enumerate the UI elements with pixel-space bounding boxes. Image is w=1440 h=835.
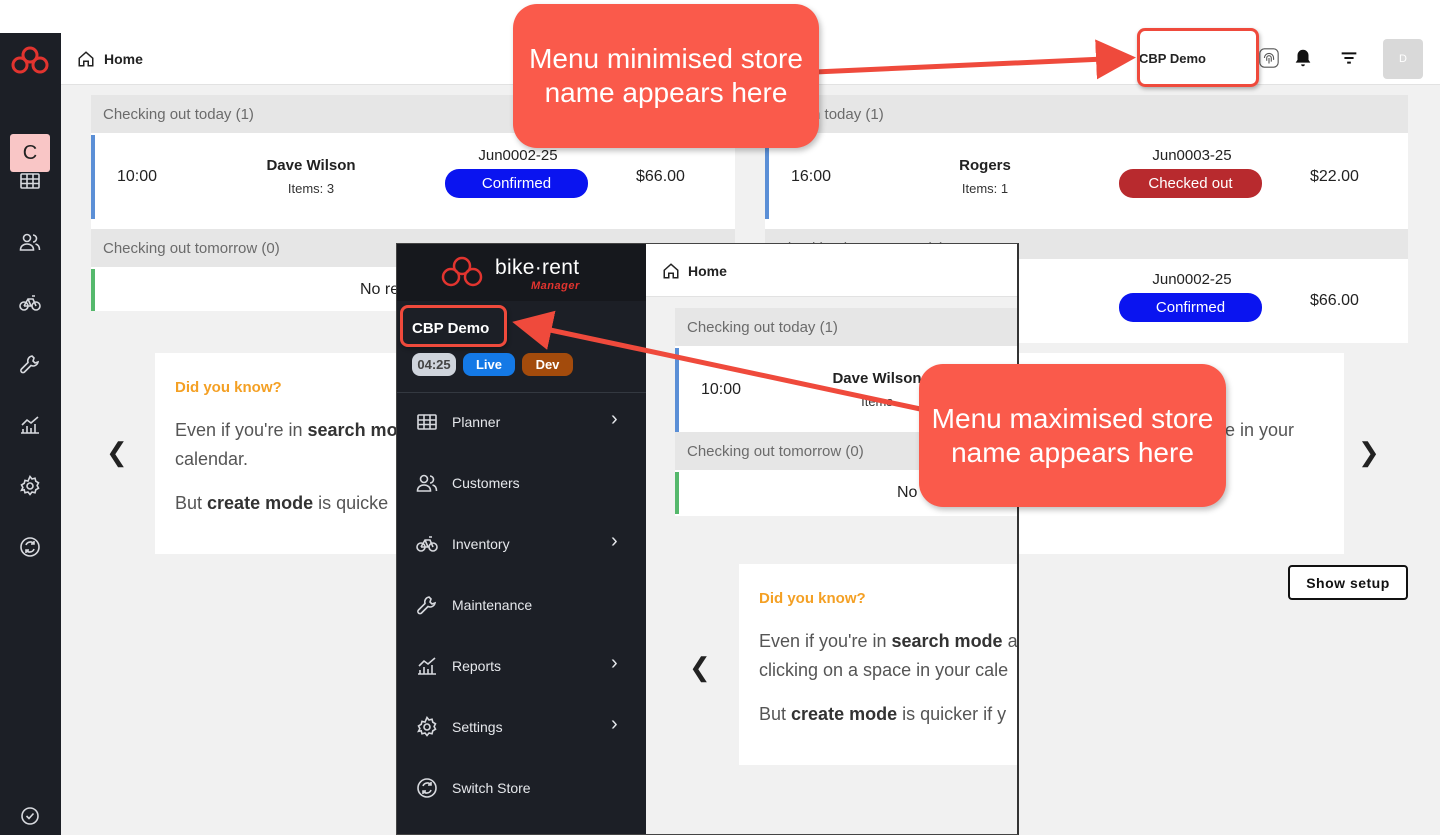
home-icon[interactable] <box>77 50 95 68</box>
booking-customer: Rogers <box>959 157 1011 174</box>
tip-line-2: clicking on a space in your cale <box>759 660 1009 680</box>
highlight-minimised-store <box>1137 28 1259 87</box>
booking-ref: Jun0003-25 <box>1152 147 1232 164</box>
filter-icon[interactable] <box>1338 47 1360 69</box>
sidebar-item-switch-store[interactable]: Switch Store <box>397 766 646 810</box>
top-bar: Home <box>646 244 1017 297</box>
settings-gear-icon <box>415 715 439 739</box>
logo-icon[interactable] <box>10 45 50 75</box>
fingerprint-icon[interactable] <box>1258 47 1280 69</box>
brand-subtitle: Manager <box>531 280 580 292</box>
status-badge: Confirmed <box>445 169 588 198</box>
booking-price: $66.00 <box>1310 292 1359 309</box>
booking-time: 10:00 <box>701 381 742 398</box>
tip-card: Did you know? Even if you're in search m… <box>739 564 1018 765</box>
reports-chart-icon <box>415 654 439 678</box>
chevron-right-icon: › <box>611 713 618 735</box>
planner-grid-icon <box>415 410 439 434</box>
checking-out-today-heading: Checking out today (1) <box>675 308 1017 346</box>
sidebar-item-customers[interactable]: Customers <box>397 461 646 505</box>
empty-text: No re <box>360 281 400 298</box>
tip-line-1-right: ce in your <box>1216 420 1295 440</box>
tip-line-3: But create mode is quicker if y <box>759 704 1007 724</box>
collapsed-sidebar: C <box>0 33 61 835</box>
session-time-badge: 04:25 <box>412 353 456 376</box>
booking-ref: Jun0002-25 <box>1152 271 1232 288</box>
bike-icon[interactable] <box>18 291 42 315</box>
logo-icon[interactable] <box>439 256 485 288</box>
sidebar-item-inventory[interactable]: Inventory › <box>397 522 646 566</box>
status-badge: Checked out <box>1119 169 1262 198</box>
sidebar-item-label: Customers <box>452 475 520 491</box>
tip-line-1: Even if you're in search mode a <box>759 631 1018 651</box>
booking-price: $66.00 <box>636 168 685 185</box>
checking-in-today-heading: king in today (1) <box>765 95 1408 133</box>
home-icon[interactable] <box>662 262 680 280</box>
live-badge[interactable]: Live <box>463 353 515 376</box>
show-setup-button[interactable]: Show setup <box>1288 565 1408 600</box>
brand-header: bike·rent Manager <box>397 244 646 301</box>
tip-title: Did you know? <box>175 379 282 396</box>
settings-check-icon[interactable] <box>18 804 42 828</box>
sidebar-item-reports[interactable]: Reports › <box>397 644 646 688</box>
sidebar-item-label: Settings <box>452 719 503 735</box>
sidebar-divider <box>397 392 646 393</box>
sidebar-item-label: Inventory <box>452 536 510 552</box>
empty-text: No <box>897 484 918 501</box>
booking-items: Items: 3 <box>287 181 335 196</box>
sidebar-item-label: Reports <box>452 658 502 674</box>
bike-icon <box>415 532 439 556</box>
carousel-prev-icon[interactable]: ❮ <box>689 652 711 683</box>
wrench-icon[interactable] <box>18 352 42 376</box>
booking-time: 10:00 <box>117 168 158 185</box>
switch-store-icon[interactable] <box>18 535 42 559</box>
user-avatar[interactable]: D <box>1383 39 1423 79</box>
booking-price: $22.00 <box>1310 168 1359 185</box>
callout-minimised: Menu minimised store name appears here <box>513 4 819 148</box>
booking-customer: Dave Wilson <box>266 157 356 174</box>
chevron-right-icon: › <box>611 530 618 552</box>
breadcrumb-home[interactable]: Home <box>688 263 727 279</box>
store-avatar[interactable]: C <box>10 134 50 172</box>
highlight-maximised-store <box>400 305 507 347</box>
chevron-right-icon: › <box>611 408 618 430</box>
tip-line-3: But create mode is quicke <box>175 493 389 513</box>
tip-line-2: calendar. <box>175 449 249 469</box>
notification-bell-icon[interactable] <box>1292 47 1314 69</box>
customers-icon[interactable] <box>18 230 42 254</box>
sidebar-item-label: Switch Store <box>452 780 531 796</box>
carousel-prev-icon[interactable]: ❮ <box>106 437 128 468</box>
carousel-next-icon[interactable]: ❯ <box>1358 437 1380 468</box>
sidebar-item-label: Maintenance <box>452 597 533 613</box>
switch-store-icon <box>415 776 439 800</box>
tip-line-1: Even if you're in search mo <box>175 420 398 440</box>
settings-gear-icon[interactable] <box>18 474 42 498</box>
breadcrumb-home[interactable]: Home <box>104 51 143 67</box>
brand-name: bike·rent <box>495 256 580 279</box>
customers-icon <box>415 471 439 495</box>
sidebar-item-label: Planner <box>452 414 501 430</box>
booking-ref: Jun0002-25 <box>478 147 558 164</box>
sidebar-item-maintenance[interactable]: Maintenance <box>397 583 646 627</box>
sidebar-item-planner[interactable]: Planner › <box>397 400 646 444</box>
planner-grid-icon[interactable] <box>18 169 42 193</box>
sidebar-item-settings[interactable]: Settings › <box>397 705 646 749</box>
booking-time: 16:00 <box>791 168 832 185</box>
reports-chart-icon[interactable] <box>18 413 42 437</box>
booking-items: Items: 1 <box>961 181 1009 196</box>
tip-title: Did you know? <box>759 590 866 607</box>
wrench-icon <box>415 593 439 617</box>
status-badge: Confirmed <box>1119 293 1262 322</box>
dev-badge[interactable]: Dev <box>522 353 573 376</box>
booking-row[interactable]: 16:00 Rogers Items: 1 Jun0003-25 Checked… <box>765 135 1408 219</box>
chevron-right-icon: › <box>611 652 618 674</box>
callout-maximised: Menu maximised store name appears here <box>919 364 1226 507</box>
